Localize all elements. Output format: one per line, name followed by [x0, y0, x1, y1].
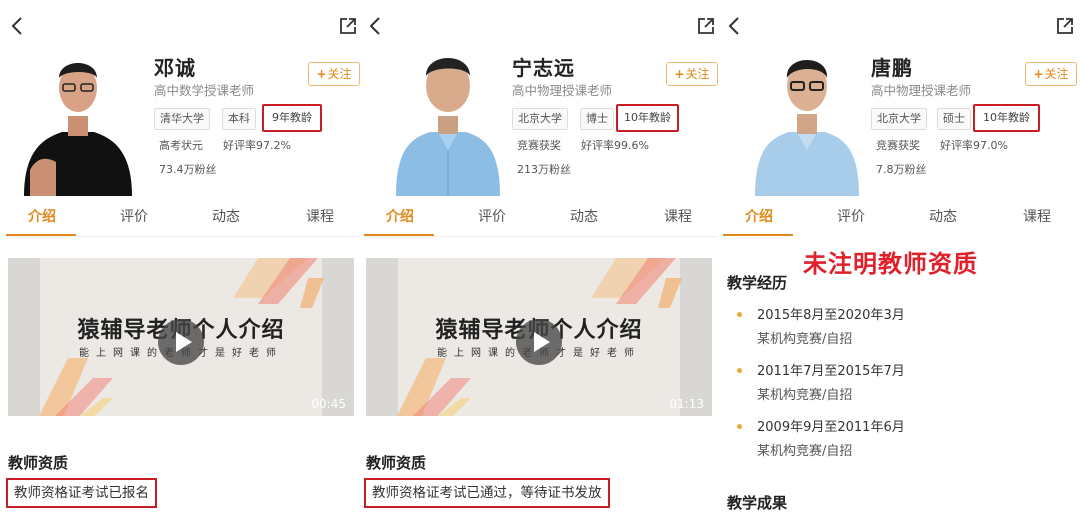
tag-honor: 竞赛获奖 [876, 139, 920, 152]
teacher-name: 邓诚 [154, 56, 196, 80]
tag-degree: 博士 [580, 108, 614, 130]
qualification-text: 教师资格证考试已通过，等待证书发放 [364, 478, 610, 508]
teacher-panel-1: 邓诚 高中数学授课老师 +关注 清华大学 本科 9年教龄 高考状元 好评率97.… [6, 0, 360, 522]
tab-bar: 介绍 评价 动态 课程 [723, 206, 1077, 236]
play-button[interactable] [158, 319, 204, 365]
bullet-dot [737, 368, 742, 373]
video-duration: 00:45 [311, 397, 346, 411]
tab-courses[interactable]: 课程 [306, 206, 334, 226]
teacher-photo [396, 58, 500, 196]
experience-org: 某机构竞赛/自招 [757, 444, 853, 459]
tab-activity[interactable]: 动态 [929, 206, 957, 226]
teacher-panel-2: 宁志远 高中物理授课老师 +关注 北京大学 博士 10年教龄 竞赛获奖 好评率9… [364, 0, 718, 522]
tab-courses[interactable]: 课程 [664, 206, 692, 226]
tab-activity[interactable]: 动态 [570, 206, 598, 226]
tab-reviews[interactable]: 评价 [120, 206, 148, 226]
teacher-subtitle: 高中物理授课老师 [871, 83, 972, 98]
tab-courses[interactable]: 课程 [1023, 206, 1051, 226]
back-chevron-icon[interactable] [8, 14, 28, 38]
tag-rating: 好评率97.0% [940, 139, 1008, 152]
experience-heading: 教学经历 [727, 274, 788, 292]
bullet-dot [737, 312, 742, 317]
tab-bar: 介绍 评价 动态 课程 [6, 206, 360, 236]
tag-rating: 好评率99.6% [581, 139, 649, 152]
play-button[interactable] [516, 319, 562, 365]
plus-icon: + [1033, 67, 1044, 81]
share-icon[interactable] [696, 16, 716, 36]
achievements-heading: 教学成果 [727, 494, 788, 512]
tag-rating: 好评率97.2% [223, 139, 291, 152]
play-icon [176, 332, 192, 352]
plus-icon: + [316, 67, 327, 81]
divider [6, 236, 360, 237]
share-icon[interactable] [338, 16, 358, 36]
intro-video[interactable]: 猿辅导老师个人介绍 能上网课的老师才是好老师 00:45 [8, 258, 354, 416]
teacher-panel-3: 唐鹏 高中物理授课老师 +关注 北京大学 硕士 10年教龄 竞赛获奖 好评率97… [723, 0, 1077, 522]
tab-reviews[interactable]: 评价 [478, 206, 506, 226]
qualification-heading: 教师资质 [366, 454, 427, 472]
tag-teaching-years: 10年教龄 [973, 104, 1040, 132]
experience-org: 某机构竞赛/自招 [757, 332, 853, 347]
tab-reviews[interactable]: 评价 [837, 206, 865, 226]
tag-degree: 本科 [222, 108, 256, 130]
tag-fans: 213万粉丝 [517, 163, 571, 176]
tab-intro[interactable]: 介绍 [386, 206, 414, 226]
video-duration: 01:13 [669, 397, 704, 411]
tag-degree: 硕士 [937, 108, 971, 130]
share-icon[interactable] [1055, 16, 1075, 36]
tag-teaching-years: 9年教龄 [262, 104, 322, 132]
missing-qualification-callout: 未注明教师资质 [803, 250, 978, 278]
experience-org: 某机构竞赛/自招 [757, 388, 853, 403]
teacher-name: 唐鹏 [871, 56, 913, 80]
qualification-text: 教师资格证考试已报名 [6, 478, 157, 508]
experience-period: 2011年7月至2015年7月 [757, 364, 905, 379]
tag-teaching-years: 10年教龄 [616, 104, 679, 132]
tag-honor: 竞赛获奖 [517, 139, 561, 152]
plus-icon: + [674, 67, 685, 81]
follow-button[interactable]: +关注 [1025, 62, 1077, 86]
teacher-subtitle: 高中物理授课老师 [512, 83, 613, 98]
follow-button[interactable]: +关注 [666, 62, 718, 86]
teacher-photo [755, 60, 859, 196]
tab-bar: 介绍 评价 动态 课程 [364, 206, 718, 236]
teacher-name: 宁志远 [512, 56, 575, 80]
experience-period: 2015年8月至2020年3月 [757, 308, 905, 323]
divider [364, 236, 718, 237]
tag-school: 北京大学 [871, 108, 927, 130]
qualification-heading: 教师资质 [8, 454, 69, 472]
tag-fans: 73.4万粉丝 [159, 163, 217, 176]
follow-button[interactable]: +关注 [308, 62, 360, 86]
tag-school: 北京大学 [512, 108, 568, 130]
tab-intro[interactable]: 介绍 [745, 206, 773, 226]
back-chevron-icon[interactable] [725, 14, 745, 38]
intro-video[interactable]: 猿辅导老师个人介绍 能上网课的老师才是好老师 01:13 [366, 258, 712, 416]
tab-activity[interactable]: 动态 [212, 206, 240, 226]
tab-intro[interactable]: 介绍 [28, 206, 56, 226]
back-chevron-icon[interactable] [366, 14, 386, 38]
tag-school: 清华大学 [154, 108, 210, 130]
teacher-subtitle: 高中数学授课老师 [154, 83, 255, 98]
bullet-dot [737, 424, 742, 429]
experience-period: 2009年9月至2011年6月 [757, 420, 905, 435]
active-tab-indicator [723, 234, 793, 236]
tag-honor: 高考状元 [159, 139, 203, 152]
teacher-photo [24, 63, 132, 196]
play-icon [534, 332, 550, 352]
tag-fans: 7.8万粉丝 [876, 163, 927, 176]
